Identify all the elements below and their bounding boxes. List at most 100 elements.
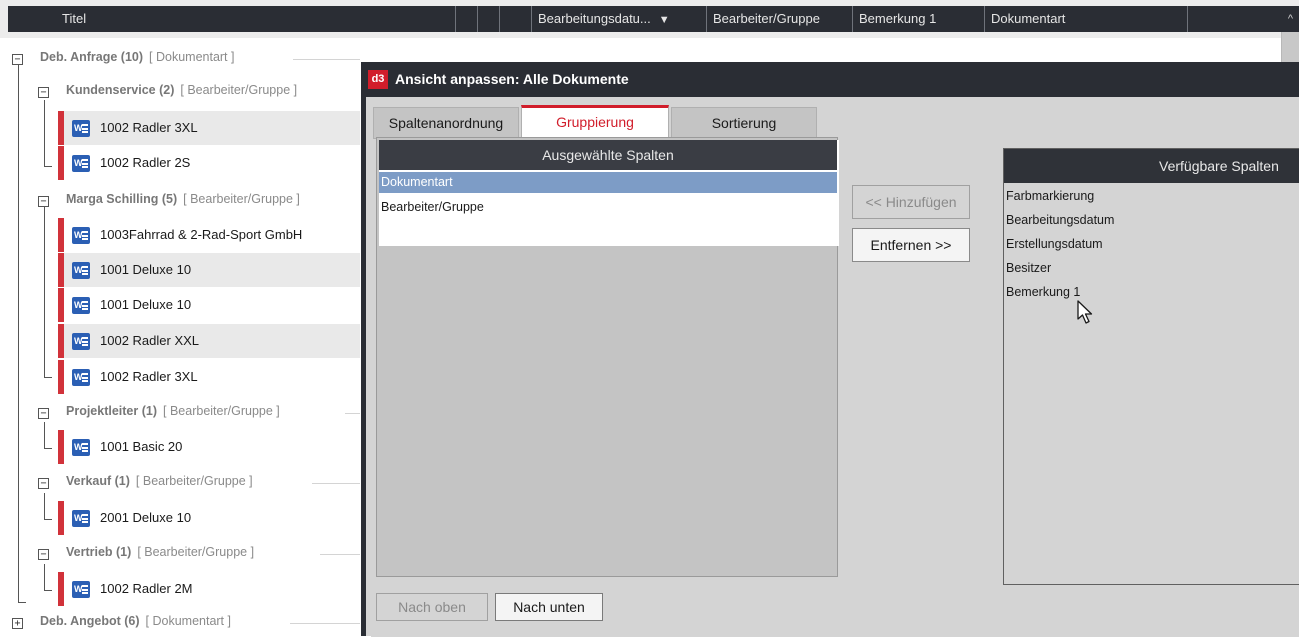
document-tree: − Deb. Anfrage (10) [ Dokumentart ] − Kun… bbox=[0, 38, 360, 636]
collapse-icon[interactable]: − bbox=[38, 478, 49, 489]
move-down-button[interactable]: Nach unten bbox=[495, 593, 603, 621]
selected-column-item[interactable]: Dokumentart bbox=[379, 172, 837, 193]
document-title: 1001 Deluxe 10 bbox=[100, 262, 192, 277]
document-row[interactable]: W 1003Fahrrad & 2-Rad-Sport GmbH bbox=[58, 218, 360, 252]
tab-column-order[interactable]: Spaltenanordnung bbox=[373, 107, 519, 139]
group-name: Verkauf (1) bbox=[66, 474, 130, 488]
document-row[interactable]: W 1001 Deluxe 10 bbox=[58, 288, 360, 322]
group-row-projektleiter[interactable]: − Projektleiter (1) [ Bearbeiter/Gruppe ] bbox=[0, 402, 360, 424]
collapse-icon[interactable]: − bbox=[38, 549, 49, 560]
column-blank-3[interactable] bbox=[500, 6, 532, 32]
available-column-item[interactable]: Bemerkung 1 bbox=[1006, 285, 1080, 299]
column-doc-type[interactable]: Dokumentart bbox=[985, 6, 1188, 32]
app-logo-icon: d3 bbox=[368, 70, 388, 89]
collapse-icon[interactable]: − bbox=[38, 196, 49, 207]
word-document-icon: W bbox=[72, 369, 90, 386]
group-label: Kundenservice (2) [ Bearbeiter/Gruppe ] bbox=[66, 83, 297, 97]
column-title[interactable]: Titel bbox=[56, 6, 456, 32]
document-row[interactable]: W 1002 Radler 3XL bbox=[58, 111, 360, 145]
tree-connector bbox=[44, 205, 45, 377]
collapse-icon[interactable]: − bbox=[12, 54, 23, 65]
group-divider bbox=[290, 623, 360, 624]
scroll-up-icon[interactable]: ^ bbox=[1288, 6, 1293, 32]
column-doc-type-label: Dokumentart bbox=[991, 11, 1066, 26]
group-divider bbox=[293, 59, 360, 60]
document-row[interactable]: W 1002 Radler XXL bbox=[58, 324, 360, 358]
word-lines bbox=[82, 443, 88, 452]
add-button[interactable]: << Hinzufügen bbox=[852, 185, 970, 219]
column-remark-label: Bemerkung 1 bbox=[859, 11, 937, 26]
column-blank-2[interactable] bbox=[478, 6, 500, 32]
word-lines bbox=[82, 124, 88, 133]
document-row[interactable]: W 1002 Radler 3XL bbox=[58, 360, 360, 394]
group-row-kundenservice[interactable]: − Kundenservice (2) [ Bearbeiter/Gruppe ] bbox=[0, 81, 360, 103]
document-title: 1002 Radler 3XL bbox=[100, 369, 198, 384]
word-lines bbox=[82, 373, 88, 382]
document-row[interactable]: W 1001 Basic 20 bbox=[58, 430, 360, 464]
sort-desc-icon[interactable]: ▼ bbox=[659, 14, 670, 26]
group-row-top[interactable]: − Deb. Anfrage (10) [ Dokumentart ] bbox=[0, 48, 360, 70]
available-column-item[interactable]: Besitzer bbox=[1006, 261, 1051, 275]
expand-icon[interactable]: + bbox=[12, 618, 23, 629]
group-row-vertrieb[interactable]: − Vertrieb (1) [ Bearbeiter/Gruppe ] bbox=[0, 543, 360, 565]
column-editor-group[interactable]: Bearbeiter/Gruppe bbox=[707, 6, 853, 32]
selected-columns-panel: Ausgewählte Spalten Dokumentart Bearbeit… bbox=[376, 137, 839, 577]
move-up-button[interactable]: Nach oben bbox=[376, 593, 488, 621]
color-marker bbox=[58, 360, 64, 394]
available-columns-panel[interactable]: Verfügbare Spalten Farbmarkierung Bearbe… bbox=[1003, 148, 1299, 585]
group-row-verkauf[interactable]: − Verkauf (1) [ Bearbeiter/Gruppe ] bbox=[0, 472, 360, 494]
column-title-label: Titel bbox=[62, 11, 87, 26]
tree-connector bbox=[44, 100, 45, 166]
group-name: Deb. Angebot (6) bbox=[40, 614, 140, 628]
word-document-icon: W bbox=[72, 510, 90, 527]
group-name: Deb. Anfrage (10) bbox=[40, 50, 144, 64]
document-row[interactable]: W 1002 Radler 2S bbox=[58, 146, 360, 180]
word-document-icon: W bbox=[72, 439, 90, 456]
color-marker bbox=[58, 253, 64, 287]
selected-column-item[interactable]: Bearbeiter/Gruppe bbox=[379, 197, 837, 218]
available-column-item[interactable]: Farbmarkierung bbox=[1006, 189, 1094, 203]
document-title: 1002 Radler XXL bbox=[100, 333, 200, 348]
word-document-icon: W bbox=[72, 227, 90, 244]
word-lines bbox=[82, 231, 88, 240]
tab-grouping[interactable]: Gruppierung bbox=[521, 105, 669, 139]
word-document-icon: W bbox=[72, 262, 90, 279]
group-label: Projektleiter (1) [ Bearbeiter/Gruppe ] bbox=[66, 404, 280, 418]
tree-connector bbox=[18, 54, 19, 602]
group-label: Deb. Anfrage (10) [ Dokumentart ] bbox=[40, 50, 234, 64]
document-row[interactable]: W 1002 Radler 2M bbox=[58, 572, 360, 606]
group-row-bottom[interactable]: + Deb. Angebot (6) [ Dokumentart ] bbox=[0, 612, 360, 634]
word-document-icon: W bbox=[72, 581, 90, 598]
document-title: 1001 Deluxe 10 bbox=[100, 297, 192, 312]
column-blank-1[interactable] bbox=[456, 6, 478, 32]
word-document-icon: W bbox=[72, 120, 90, 137]
collapse-icon[interactable]: − bbox=[38, 408, 49, 419]
column-remark[interactable]: Bemerkung 1 bbox=[853, 6, 985, 32]
tree-connector bbox=[44, 448, 52, 449]
tree-connector bbox=[18, 602, 26, 603]
color-marker bbox=[58, 501, 64, 535]
group-type: [ Dokumentart ] bbox=[149, 50, 235, 64]
word-lines bbox=[82, 266, 88, 275]
group-divider bbox=[320, 554, 360, 555]
tab-sorting[interactable]: Sortierung bbox=[671, 107, 817, 139]
document-row[interactable]: W 2001 Deluxe 10 bbox=[58, 501, 360, 535]
document-row[interactable]: W 1001 Deluxe 10 bbox=[58, 253, 360, 287]
collapse-icon[interactable]: − bbox=[38, 87, 49, 98]
column-edit-date[interactable]: Bearbeitungsdatu... ▼ bbox=[532, 6, 707, 32]
tree-connector bbox=[44, 166, 52, 167]
group-row-marga-schilling[interactable]: − Marga Schilling (5) [ Bearbeiter/Gruppe… bbox=[0, 190, 360, 212]
document-title: 1001 Basic 20 bbox=[100, 439, 183, 454]
document-title: 1002 Radler 2M bbox=[100, 581, 193, 596]
available-column-item[interactable]: Bearbeitungsdatum bbox=[1006, 213, 1114, 227]
dialog-titlebar[interactable]: d3 Ansicht anpassen: Alle Dokumente bbox=[366, 63, 1299, 97]
available-column-item[interactable]: Erstellungsdatum bbox=[1006, 237, 1103, 251]
word-lines bbox=[82, 337, 88, 346]
word-lines bbox=[82, 301, 88, 310]
document-title: 1002 Radler 3XL bbox=[100, 120, 198, 135]
group-label: Vertrieb (1) [ Bearbeiter/Gruppe ] bbox=[66, 545, 254, 559]
column-header: Titel Bearbeitungsdatu... ▼ Bearbeiter/Gr… bbox=[8, 6, 1299, 32]
remove-button[interactable]: Entfernen >> bbox=[852, 228, 970, 262]
selected-columns-header: Ausgewählte Spalten bbox=[379, 140, 837, 170]
group-type: [ Bearbeiter/Gruppe ] bbox=[180, 83, 298, 97]
